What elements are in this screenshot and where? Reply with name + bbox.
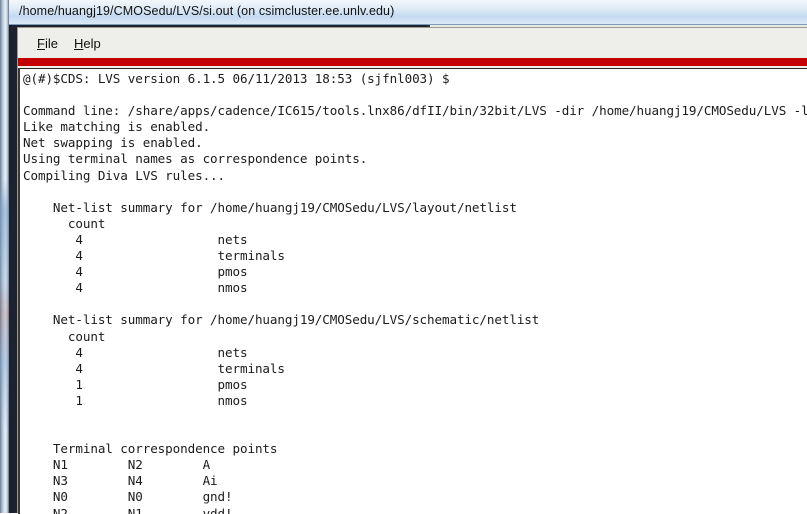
menu-item-help-mnemonic: H <box>74 36 84 51</box>
window-title-bar[interactable]: /home/huangj19/CMOSedu/LVS/si.out (on cs… <box>9 0 807 25</box>
background-window-left-sliver-shading <box>0 180 9 430</box>
lvs-output-text-pane[interactable]: @(#)$CDS: LVS version 6.1.5 06/11/2013 1… <box>18 68 807 514</box>
lvs-output-window: /home/huangj19/CMOSedu/LVS/si.out (on cs… <box>9 0 807 514</box>
window-client-area: File Help @(#)$CDS: LVS version 6.1.5 06… <box>17 27 807 514</box>
menu-item-help-label: elp <box>83 36 101 51</box>
menu-item-file-label: ile <box>44 36 58 51</box>
output-pane-left-border <box>18 68 20 514</box>
red-separator-bar <box>18 58 807 66</box>
menu-item-file[interactable]: File <box>33 35 62 52</box>
window-title: /home/huangj19/CMOSedu/LVS/si.out (on cs… <box>19 4 395 18</box>
lvs-output-text: @(#)$CDS: LVS version 6.1.5 06/11/2013 1… <box>23 71 807 514</box>
menu-item-file-mnemonic: F <box>37 36 45 51</box>
menu-item-help[interactable]: Help <box>70 35 105 52</box>
menu-bar: File Help <box>18 28 807 58</box>
